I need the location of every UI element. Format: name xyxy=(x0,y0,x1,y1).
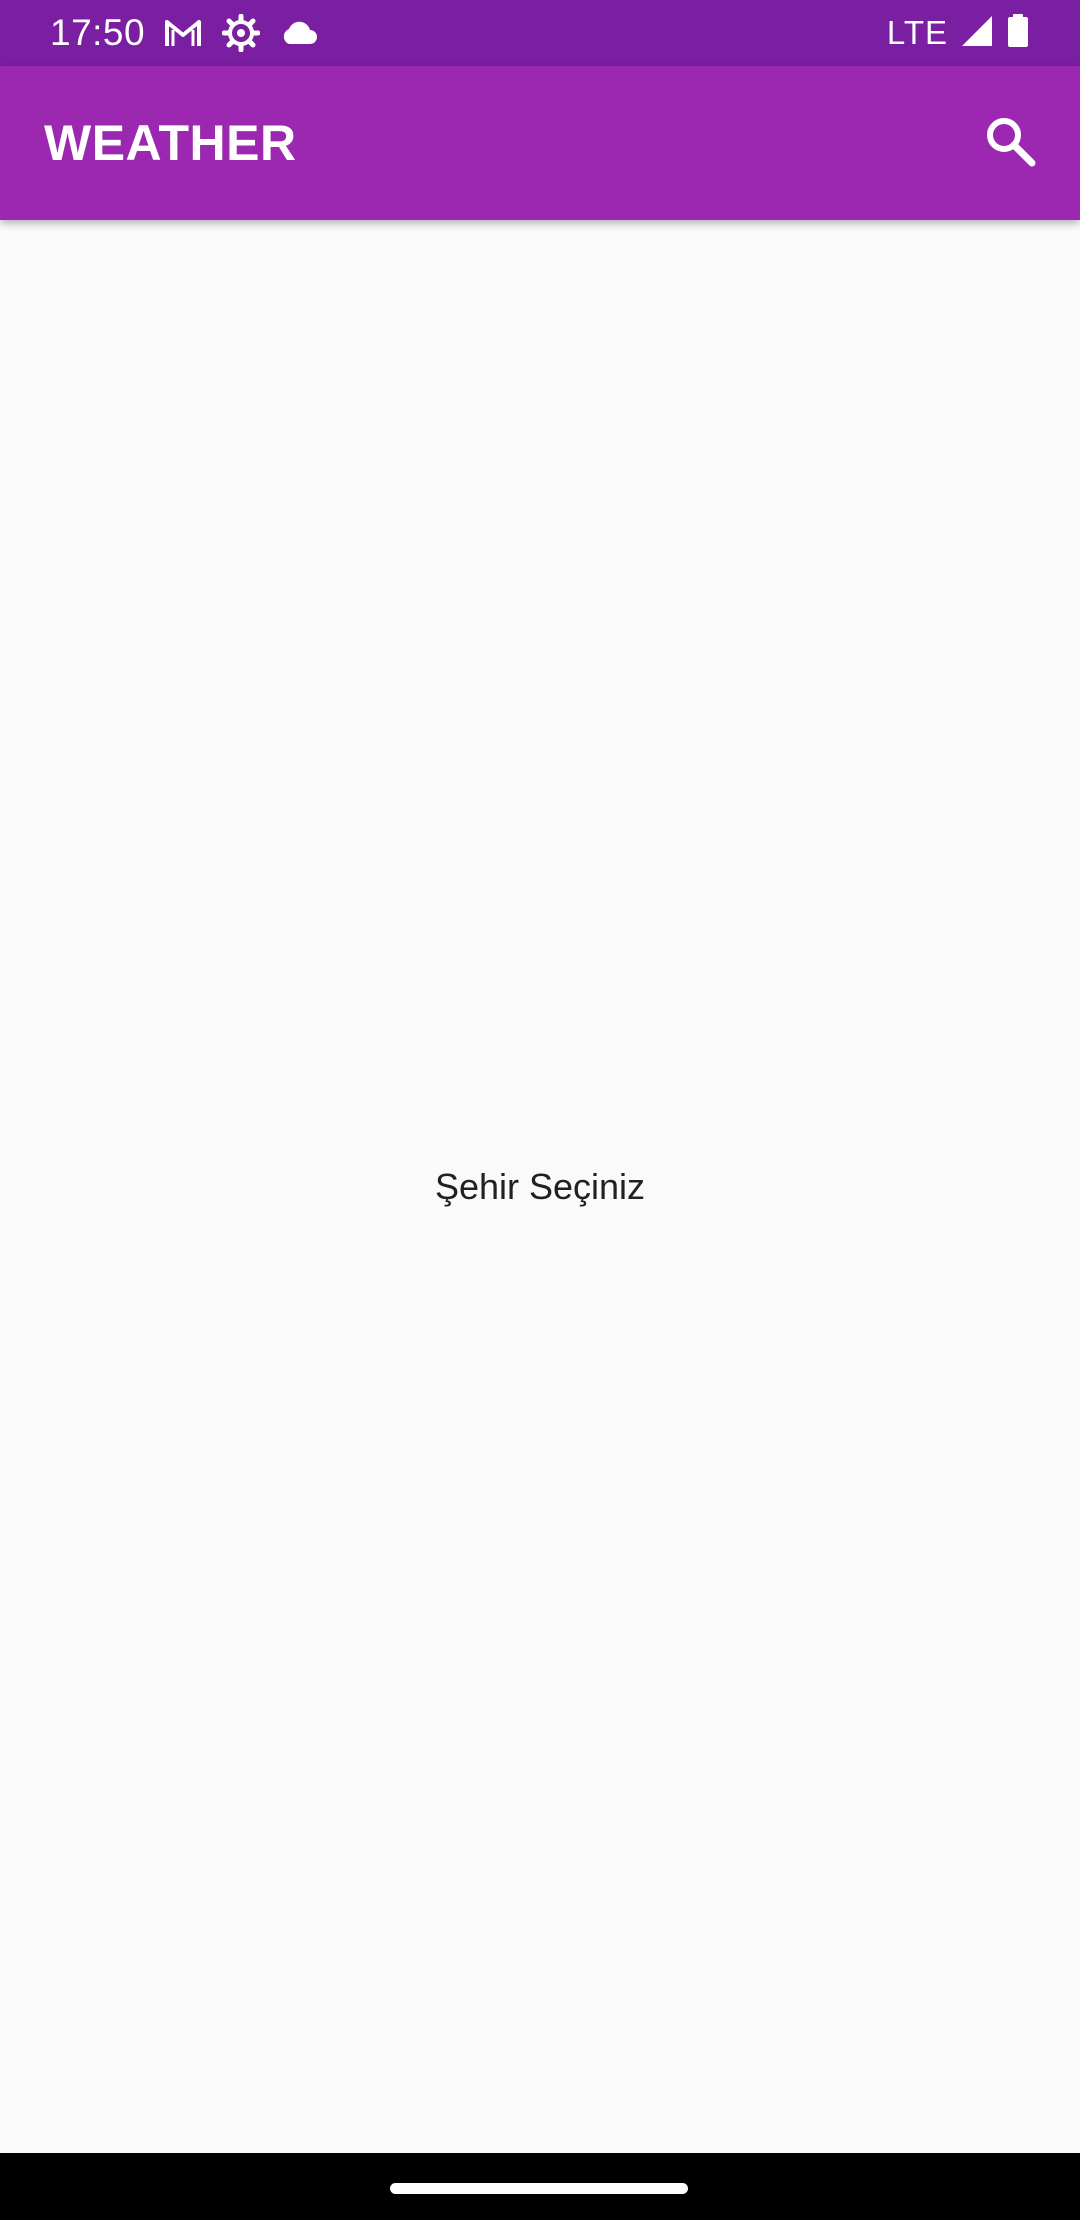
navigation-bar xyxy=(0,2153,1080,2220)
signal-icon xyxy=(960,15,994,52)
app-title: WEATHER xyxy=(44,115,297,171)
battery-icon xyxy=(1006,13,1030,53)
gmail-icon xyxy=(163,13,203,53)
settings-gear-icon xyxy=(221,13,261,53)
status-bar: 17:50 LTE xyxy=(0,0,1080,66)
app-bar: WEATHER xyxy=(0,66,1080,220)
search-button[interactable] xyxy=(970,103,1050,183)
home-gesture-handle[interactable] xyxy=(390,2183,688,2194)
network-type-label: LTE xyxy=(886,14,948,51)
select-city-message: Şehir Seçiniz xyxy=(434,1165,646,1207)
status-right-group: LTE xyxy=(886,13,1030,53)
status-left-group: 17:50 xyxy=(50,12,319,54)
search-icon[interactable] xyxy=(984,115,1036,172)
main-content: Şehir Seçiniz xyxy=(0,220,1080,2153)
cloud-icon xyxy=(279,13,319,53)
status-clock: 17:50 xyxy=(50,12,146,53)
